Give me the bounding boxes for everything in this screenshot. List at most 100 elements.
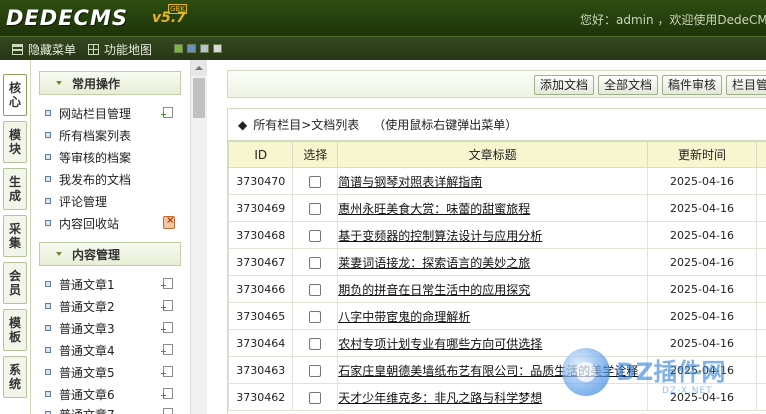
breadcrumb[interactable]: 所有栏目>文档列表 bbox=[253, 116, 359, 133]
tab-members[interactable]: 会员 bbox=[3, 262, 27, 304]
recycle-bin-icon[interactable] bbox=[163, 215, 175, 229]
all-documents-button[interactable]: 全部文档 bbox=[598, 75, 659, 95]
article-title-link[interactable]: 基于变频器的控制算法设计与应用分析 bbox=[339, 229, 543, 243]
chevron-down-icon bbox=[56, 81, 62, 85]
row-checkbox[interactable] bbox=[309, 364, 322, 377]
row-date: 2025-04-16 bbox=[646, 194, 758, 222]
group-common-ops[interactable]: 常用操作 bbox=[39, 71, 181, 95]
row-title-cell: 八字中带宦鬼的命理解析 bbox=[337, 302, 648, 330]
add-icon[interactable] bbox=[163, 322, 173, 333]
add-icon[interactable] bbox=[163, 278, 173, 289]
row-checkbox[interactable] bbox=[309, 391, 322, 404]
table-row[interactable]: 3730469 惠州永旺美食大赏：味蕾的甜蜜旅程 2025-04-16 bbox=[227, 194, 766, 222]
sidebar-item-article-3[interactable]: 普通文章3 bbox=[45, 318, 173, 338]
add-icon[interactable] bbox=[163, 107, 173, 118]
table-row[interactable]: 3730465 八字中带宦鬼的命理解析 2025-04-16 bbox=[227, 302, 766, 330]
row-date: 2025-04-16 bbox=[646, 248, 758, 276]
sidebar-item-article-4[interactable]: 普通文章4 bbox=[45, 340, 173, 360]
add-icon[interactable] bbox=[163, 408, 173, 414]
hide-menu-icon bbox=[12, 43, 23, 55]
row-id: 3730463 bbox=[227, 356, 294, 384]
article-title-link[interactable]: 简谱与钢琴对照表详解指南 bbox=[339, 175, 483, 189]
bullet-icon bbox=[45, 154, 51, 160]
sidebar-item-comments[interactable]: 评论管理 bbox=[45, 191, 173, 211]
bullet-icon bbox=[45, 176, 51, 182]
row-extra-cell bbox=[756, 167, 766, 195]
article-title-link[interactable]: 八字中带宦鬼的命理解析 bbox=[339, 310, 471, 324]
row-date: 2025-04-16 bbox=[646, 329, 758, 357]
sitemap-button[interactable]: 功能地图 bbox=[88, 41, 152, 57]
tab-collect[interactable]: 采集 bbox=[3, 215, 27, 257]
table-row[interactable]: 3730462 天才少年维克多：非凡之路与科学梦想 2025-04-16 bbox=[227, 383, 766, 411]
article-title-link[interactable]: 天才少年维克多：非凡之路与科学梦想 bbox=[339, 391, 543, 405]
bullet-icon bbox=[45, 132, 51, 138]
row-date: 2025-04-16 bbox=[646, 356, 758, 384]
table-row[interactable]: 3730467 莱妻词语接龙：探索语言的美妙之旅 2025-04-16 bbox=[227, 248, 766, 276]
sidebar-item-recycle-bin[interactable]: 内容回收站 bbox=[45, 213, 175, 233]
tab-generate[interactable]: 生成 bbox=[3, 168, 27, 210]
article-title-link[interactable]: 莱妻词语接龙：探索语言的美妙之旅 bbox=[339, 256, 531, 270]
menu-bar: 隐藏菜单 功能地图 bbox=[0, 36, 766, 61]
tab-templates[interactable]: 模板 bbox=[3, 309, 27, 351]
row-extra-cell bbox=[756, 356, 766, 384]
add-document-button[interactable]: 添加文档 bbox=[534, 75, 595, 95]
sidebar-item-article-5[interactable]: 普通文章5 bbox=[45, 362, 173, 382]
row-checkbox[interactable] bbox=[309, 202, 322, 215]
row-id: 3730469 bbox=[227, 194, 294, 222]
table-row[interactable]: 3730468 基于变频器的控制算法设计与应用分析 2025-04-16 bbox=[227, 221, 766, 249]
row-select-cell bbox=[292, 194, 339, 222]
scroll-thumb[interactable] bbox=[193, 78, 205, 118]
sidebar-item-column-manage[interactable]: 网站栏目管理 bbox=[45, 103, 173, 123]
add-icon[interactable] bbox=[163, 388, 173, 399]
add-icon[interactable] bbox=[163, 366, 173, 377]
skin-swatch-light[interactable] bbox=[213, 44, 222, 53]
sidebar-scrollbar[interactable] bbox=[190, 60, 207, 414]
hide-menu-label: 隐藏菜单 bbox=[28, 42, 77, 57]
skin-swatch-green[interactable] bbox=[174, 44, 183, 53]
add-icon[interactable] bbox=[163, 344, 173, 355]
tab-core[interactable]: 核心 bbox=[3, 74, 27, 116]
table-row[interactable]: 3730464 农村专项计划专业有哪些方向可供选择 2025-04-16 bbox=[227, 329, 766, 357]
left-tab-bar: 核心 模块 生成 采集 会员 模板 系统 bbox=[0, 60, 30, 414]
row-title-cell: 惠州永旺美食大赏：味蕾的甜蜜旅程 bbox=[337, 194, 648, 222]
sitemap-label: 功能地图 bbox=[104, 42, 153, 57]
row-checkbox[interactable] bbox=[309, 229, 322, 242]
tab-system[interactable]: 系统 bbox=[3, 356, 27, 398]
column-manage-button[interactable]: 栏目管 bbox=[726, 75, 766, 95]
article-title-link[interactable]: 期负的拼音在日常生活中的应用探究 bbox=[339, 283, 531, 297]
sidebar-item-article-1[interactable]: 普通文章1 bbox=[45, 274, 173, 294]
row-checkbox[interactable] bbox=[309, 310, 322, 323]
article-title-link[interactable]: 石家庄皇朝德美墙纸布艺有限公司：品质生活的美学诠释 bbox=[339, 364, 639, 378]
row-checkbox[interactable] bbox=[309, 337, 322, 350]
skin-swatch-gray[interactable] bbox=[200, 44, 209, 53]
tab-modules[interactable]: 模块 bbox=[3, 121, 27, 163]
row-select-cell bbox=[292, 383, 339, 411]
row-checkbox[interactable] bbox=[309, 256, 322, 269]
col-title-header: 文章标题 bbox=[337, 141, 648, 168]
row-select-cell bbox=[292, 356, 339, 384]
row-checkbox[interactable] bbox=[309, 283, 322, 296]
table-row[interactable]: 3730463 石家庄皇朝德美墙纸布艺有限公司：品质生活的美学诠释 2025-04-… bbox=[227, 356, 766, 384]
row-date: 2025-04-16 bbox=[646, 383, 758, 411]
article-title-link[interactable]: 惠州永旺美食大赏：味蕾的甜蜜旅程 bbox=[339, 202, 531, 216]
row-checkbox[interactable] bbox=[309, 175, 322, 188]
table-row[interactable]: 3730466 期负的拼音在日常生活中的应用探究 2025-04-16 bbox=[227, 275, 766, 303]
skin-swatch-blue[interactable] bbox=[187, 44, 196, 53]
sidebar-item-all-archives[interactable]: 所有档案列表 bbox=[45, 125, 173, 145]
group-content-manage[interactable]: 内容管理 bbox=[39, 242, 181, 266]
scroll-up-icon[interactable] bbox=[191, 60, 207, 76]
review-submissions-button[interactable]: 稿件审核 bbox=[662, 75, 723, 95]
sidebar-item-pending-archives[interactable]: 等审核的档案 bbox=[45, 147, 173, 167]
hide-menu-button[interactable]: 隐藏菜单 bbox=[12, 41, 76, 57]
article-title-link[interactable]: 农村专项计划专业有哪些方向可供选择 bbox=[339, 337, 543, 351]
sidebar-item-article-6[interactable]: 普通文章6 bbox=[45, 384, 173, 404]
sidebar-item-article-2[interactable]: 普通文章2 bbox=[45, 296, 173, 316]
row-id: 3730470 bbox=[227, 167, 294, 195]
table-row[interactable]: 3730470 简谱与钢琴对照表详解指南 2025-04-16 bbox=[227, 167, 766, 195]
row-extra-cell bbox=[756, 194, 766, 222]
sidebar-item-my-documents[interactable]: 我发布的文档 bbox=[45, 169, 173, 189]
sidebar-item-article-7[interactable]: 普通文章7 bbox=[45, 404, 173, 414]
diamond-bullet-icon: ◆ bbox=[238, 117, 248, 132]
add-icon[interactable] bbox=[163, 300, 173, 311]
row-extra-cell bbox=[756, 248, 766, 276]
